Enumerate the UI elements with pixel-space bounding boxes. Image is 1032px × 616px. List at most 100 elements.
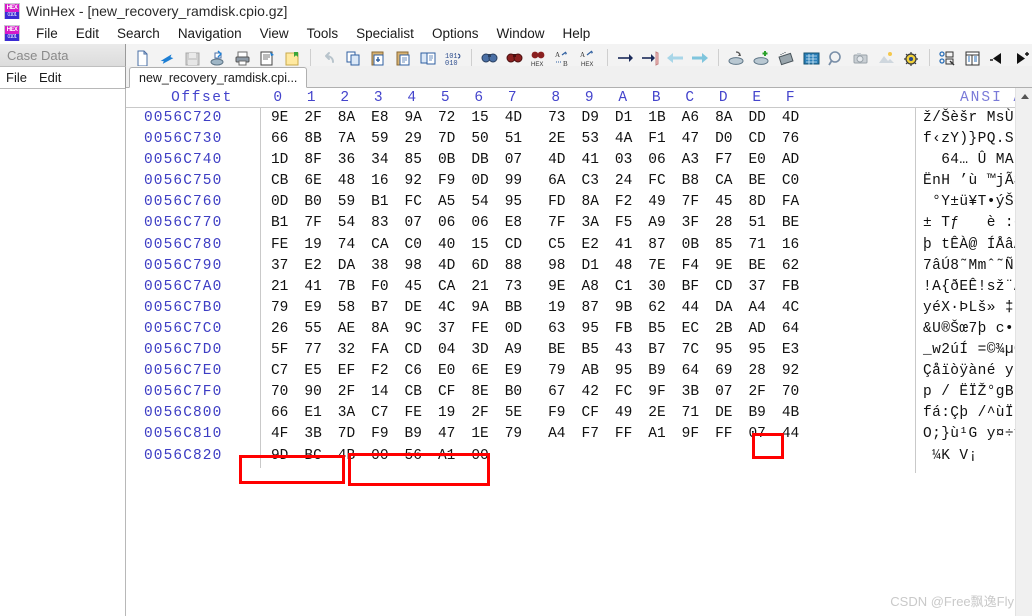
hex-byte[interactable]: E0 — [740, 150, 773, 171]
hex-byte[interactable]: 48 — [330, 171, 363, 192]
hex-byte[interactable]: FC — [607, 382, 640, 403]
hex-byte[interactable]: BE — [540, 340, 573, 361]
hex-byte[interactable]: B8 — [674, 171, 707, 192]
hex-byte[interactable] — [740, 446, 773, 467]
hex-byte[interactable]: 7A — [330, 129, 363, 150]
hex-row[interactable]: 0056C820 9D BC 4B 00 56 A1 00 ¼K V¡ — [126, 446, 1032, 467]
hex-byte[interactable]: 44 — [674, 298, 707, 319]
hex-byte[interactable]: 72 — [430, 108, 463, 129]
hex-byte[interactable]: CD — [740, 129, 773, 150]
hex-byte[interactable]: 9B — [607, 298, 640, 319]
case-menu-item-edit[interactable]: Edit — [33, 70, 67, 85]
menu-item-search[interactable]: Search — [108, 25, 169, 42]
hex-byte[interactable]: 00 — [363, 446, 396, 467]
hex-byte[interactable]: 6D — [463, 256, 496, 277]
hex-byte[interactable]: 95 — [574, 319, 607, 340]
hex-byte[interactable]: AB — [574, 361, 607, 382]
hex-byte[interactable]: E0 — [430, 361, 463, 382]
hex-byte[interactable]: F9 — [430, 171, 463, 192]
hex-byte[interactable]: 70 — [774, 382, 807, 403]
hex-byte[interactable]: 47 — [430, 424, 463, 445]
hex-byte[interactable]: 63 — [540, 319, 573, 340]
hex-byte[interactable]: A1 — [640, 424, 673, 445]
hex-byte[interactable]: 2E — [540, 129, 573, 150]
hex-byte[interactable]: 14 — [363, 382, 396, 403]
hex-byte[interactable]: 73 — [497, 277, 530, 298]
hex-byte[interactable]: FB — [774, 277, 807, 298]
hex-byte[interactable] — [574, 446, 607, 467]
hex-byte[interactable]: 2B — [707, 319, 740, 340]
hex-row[interactable]: 0056C790 37 E2 DA 38 98 4D 6D 88 98 D1 48 7E F4 9E BE 62… — [126, 256, 1032, 277]
hex-byte[interactable]: F0 — [363, 277, 396, 298]
hex-byte[interactable]: A3 — [674, 150, 707, 171]
hex-byte[interactable]: 00 — [463, 446, 496, 467]
hex-row[interactable]: 0056C740 1D 8F 36 34 85 0B DB 07 4D 41 03 06 A3 F7 E0 AD… — [126, 150, 1032, 171]
hex-byte[interactable]: DE — [397, 298, 430, 319]
hex-byte[interactable]: 15 — [463, 235, 496, 256]
hex-byte[interactable]: B9 — [397, 424, 430, 445]
hex-byte[interactable]: FF — [607, 424, 640, 445]
hex-byte[interactable]: 15 — [463, 108, 496, 129]
hex-byte[interactable]: 4F — [263, 424, 296, 445]
hex-byte[interactable]: 74 — [330, 235, 363, 256]
vertical-scrollbar[interactable] — [1015, 88, 1032, 616]
hex-byte[interactable]: FF — [707, 424, 740, 445]
hex-byte[interactable]: A6 — [674, 108, 707, 129]
hex-byte[interactable]: 7C — [674, 340, 707, 361]
hex-byte[interactable]: 55 — [296, 319, 329, 340]
hex-byte[interactable]: CA — [707, 171, 740, 192]
hex-byte[interactable]: 87 — [640, 235, 673, 256]
hex-byte[interactable]: 62 — [774, 256, 807, 277]
hex-byte[interactable]: 50 — [463, 129, 496, 150]
hex-byte[interactable]: 4D — [774, 108, 807, 129]
hex-byte[interactable]: E2 — [574, 235, 607, 256]
hex-byte[interactable]: 6E — [463, 361, 496, 382]
hex-byte[interactable]: 7D — [430, 129, 463, 150]
hex-byte[interactable]: 66 — [263, 129, 296, 150]
hex-byte[interactable]: A5 — [430, 192, 463, 213]
hex-row-bytes[interactable]: 70 90 2F 14 CB CF 8E B0 67 42 FC 9F 3B 07 2F 70 — [263, 382, 807, 403]
hex-byte[interactable]: CB — [397, 382, 430, 403]
hex-byte[interactable]: C0 — [397, 235, 430, 256]
hex-row[interactable]: 0056C7F0 70 90 2F 14 CB CF 8E B0 67 42 FC 9F 3B 07 2F 70… — [126, 382, 1032, 403]
hex-byte[interactable]: E9 — [497, 361, 530, 382]
hex-byte[interactable]: 06 — [430, 213, 463, 234]
hex-byte[interactable]: 7F — [296, 213, 329, 234]
hex-byte[interactable]: A4 — [740, 298, 773, 319]
hex-byte[interactable] — [707, 446, 740, 467]
hex-byte[interactable]: 59 — [330, 192, 363, 213]
hex-byte[interactable]: 0D — [263, 192, 296, 213]
hex-byte[interactable]: BE — [740, 256, 773, 277]
hex-byte[interactable]: 98 — [540, 256, 573, 277]
hex-byte[interactable]: 79 — [263, 298, 296, 319]
hex-byte[interactable]: 9A — [463, 298, 496, 319]
hex-byte[interactable]: 85 — [707, 235, 740, 256]
hex-byte[interactable]: 4B — [774, 403, 807, 424]
hex-byte[interactable]: 4D — [540, 150, 573, 171]
hex-byte[interactable]: 9A — [397, 108, 430, 129]
hex-byte[interactable]: B0 — [296, 192, 329, 213]
hex-row-bytes[interactable]: 21 41 7B F0 45 CA 21 73 9E A8 C1 30 BF CD 37 FB — [263, 277, 807, 298]
hex-byte[interactable]: E3 — [774, 340, 807, 361]
hex-byte[interactable]: 19 — [430, 403, 463, 424]
hex-byte[interactable]: 21 — [463, 277, 496, 298]
hex-byte[interactable]: 41 — [296, 277, 329, 298]
hex-byte[interactable]: 1D — [263, 150, 296, 171]
hex-row-bytes[interactable]: 0D B0 59 B1 FC A5 54 95 FD 8A F2 49 7F 45 8D FA — [263, 192, 807, 213]
hex-byte[interactable]: 29 — [397, 129, 430, 150]
hex-byte[interactable]: FD — [540, 192, 573, 213]
hex-byte[interactable]: 44 — [774, 424, 807, 445]
hex-byte[interactable]: FB — [607, 319, 640, 340]
hex-byte[interactable]: 0D — [497, 319, 530, 340]
hex-row-bytes[interactable]: B1 7F 54 83 07 06 06 E8 7F 3A F5 A9 3F 28 51 BE — [263, 213, 807, 234]
hex-byte[interactable]: F4 — [674, 256, 707, 277]
hex-row-bytes[interactable]: 9D BC 4B 00 56 A1 00 — [263, 446, 807, 467]
hex-byte[interactable]: 28 — [740, 361, 773, 382]
hex-row-bytes[interactable]: 4F 3B 7D F9 B9 47 1E 79 A4 F7 FF A1 9F FF 07 44 — [263, 424, 807, 445]
hex-byte[interactable]: 16 — [363, 171, 396, 192]
winhex-menu-logo-icon[interactable] — [4, 25, 20, 41]
hex-byte[interactable]: C7 — [363, 403, 396, 424]
hex-byte[interactable]: 28 — [707, 213, 740, 234]
hex-byte[interactable]: F1 — [640, 129, 673, 150]
document-tab-new-recovery-ramdisk[interactable]: new_recovery_ramdisk.cpi... — [129, 67, 308, 88]
